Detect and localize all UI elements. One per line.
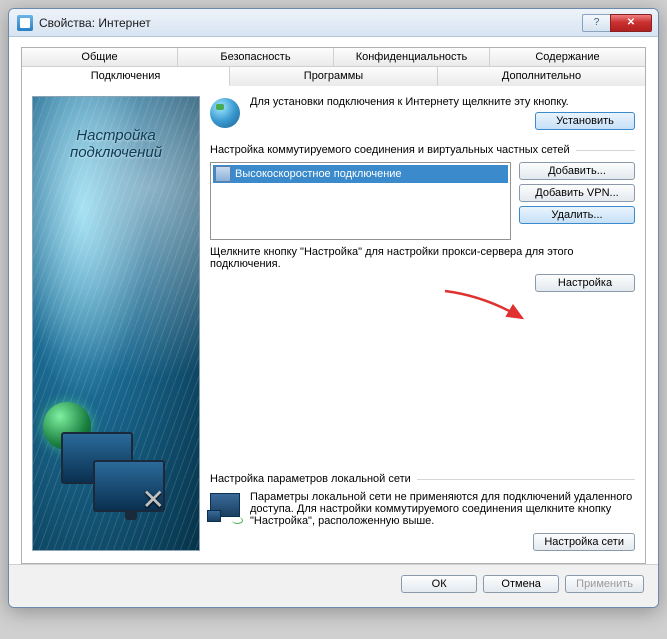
tab-connections[interactable]: Подключения: [22, 67, 230, 86]
lan-text: Параметры локальной сети не применяются …: [250, 491, 635, 527]
dialog-buttons: ОК Отмена Применить: [9, 564, 658, 607]
tab-privacy[interactable]: Конфиденциальность: [334, 48, 490, 66]
window-title: Свойства: Интернет: [39, 16, 582, 30]
tab-programs[interactable]: Программы: [230, 67, 438, 86]
tab-container: Общие Безопасность Конфиденциальность Со…: [21, 47, 646, 564]
apply-button[interactable]: Применить: [565, 575, 644, 593]
connections-listbox[interactable]: Высокоскоростное подключение: [210, 162, 511, 240]
add-button[interactable]: Добавить...: [519, 162, 635, 180]
dialup-section-label: Настройка коммутируемого соединения и ви…: [210, 144, 635, 156]
lan-settings-button[interactable]: Настройка сети: [533, 533, 635, 551]
help-button[interactable]: ?: [582, 14, 610, 32]
internet-properties-dialog: Свойства: Интернет ? ✕ Общие Безопасност…: [8, 8, 659, 608]
close-button[interactable]: ✕: [610, 14, 652, 32]
internet-globe-icon: [210, 98, 240, 128]
tab-general[interactable]: Общие: [22, 48, 178, 66]
setup-button[interactable]: Установить: [535, 112, 635, 130]
tab-content[interactable]: Содержание: [490, 48, 645, 66]
window-icon: [17, 15, 33, 31]
setup-text: Для установки подключения к Интернету ще…: [250, 96, 635, 108]
add-vpn-button[interactable]: Добавить VPN...: [519, 184, 635, 202]
titlebar: Свойства: Интернет ? ✕: [9, 9, 658, 37]
monitors-icon: ✕: [61, 432, 171, 522]
tab-advanced[interactable]: Дополнительно: [438, 67, 645, 86]
connection-label: Высокоскоростное подключение: [235, 168, 402, 180]
proxy-note: Щелкните кнопку "Настройка" для настройк…: [210, 246, 635, 270]
sidebar-title: Настройка подключений: [33, 127, 199, 161]
tools-icon: ✕: [142, 483, 165, 516]
annotation-arrow: [440, 286, 530, 326]
tab-security[interactable]: Безопасность: [178, 48, 334, 66]
ok-button[interactable]: ОК: [401, 575, 477, 593]
lan-icon: [210, 493, 240, 517]
sidebar-illustration: Настройка подключений ✕: [32, 96, 200, 551]
remove-button[interactable]: Удалить...: [519, 206, 635, 224]
connection-item[interactable]: Высокоскоростное подключение: [213, 165, 508, 183]
lan-section-label: Настройка параметров локальной сети: [210, 473, 635, 485]
settings-button[interactable]: Настройка: [535, 274, 635, 292]
cancel-button[interactable]: Отмена: [483, 575, 559, 593]
connection-icon: [215, 166, 231, 182]
